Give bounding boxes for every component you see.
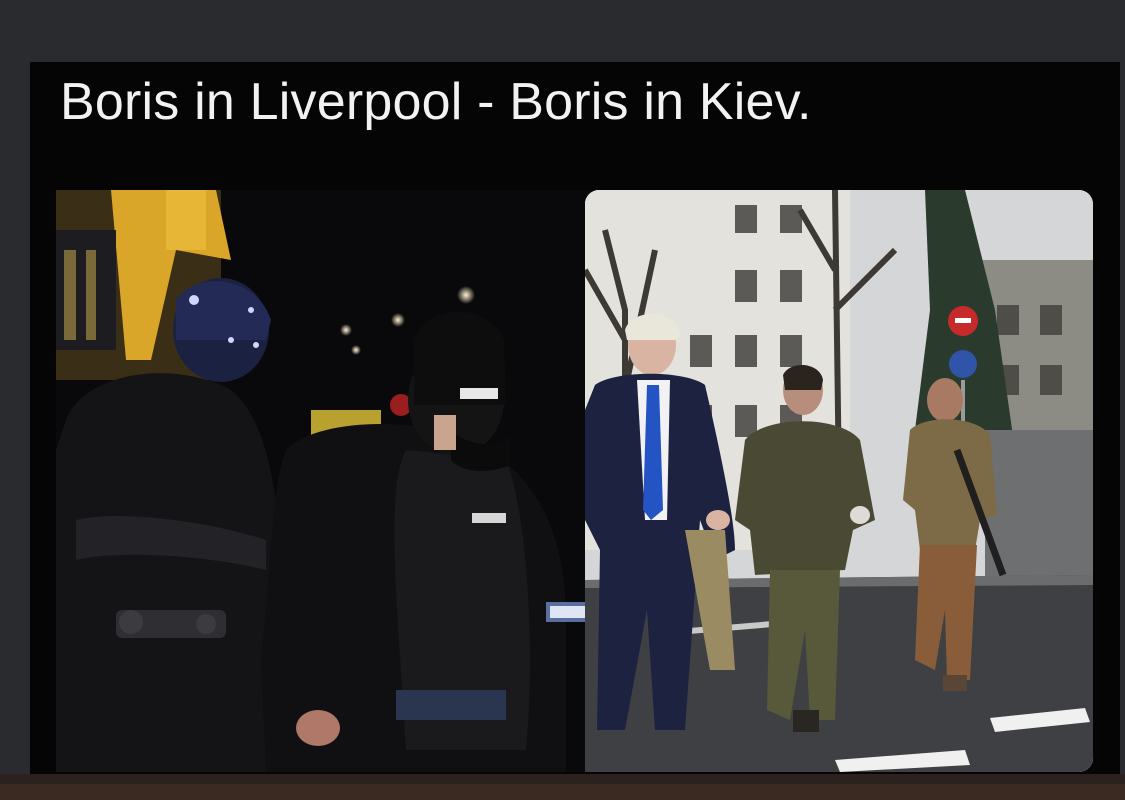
kiev-scene [585, 190, 1093, 772]
liverpool-scene [56, 190, 596, 772]
photo-liverpool [56, 190, 596, 772]
meme-image: Boris in Liverpool - Boris in Kiev. [30, 62, 1120, 774]
app-bottom-edge [0, 784, 1125, 800]
app-top-bar [0, 0, 1125, 62]
meme-caption: Boris in Liverpool - Boris in Kiev. [60, 73, 812, 131]
photo-kiev [585, 190, 1093, 772]
